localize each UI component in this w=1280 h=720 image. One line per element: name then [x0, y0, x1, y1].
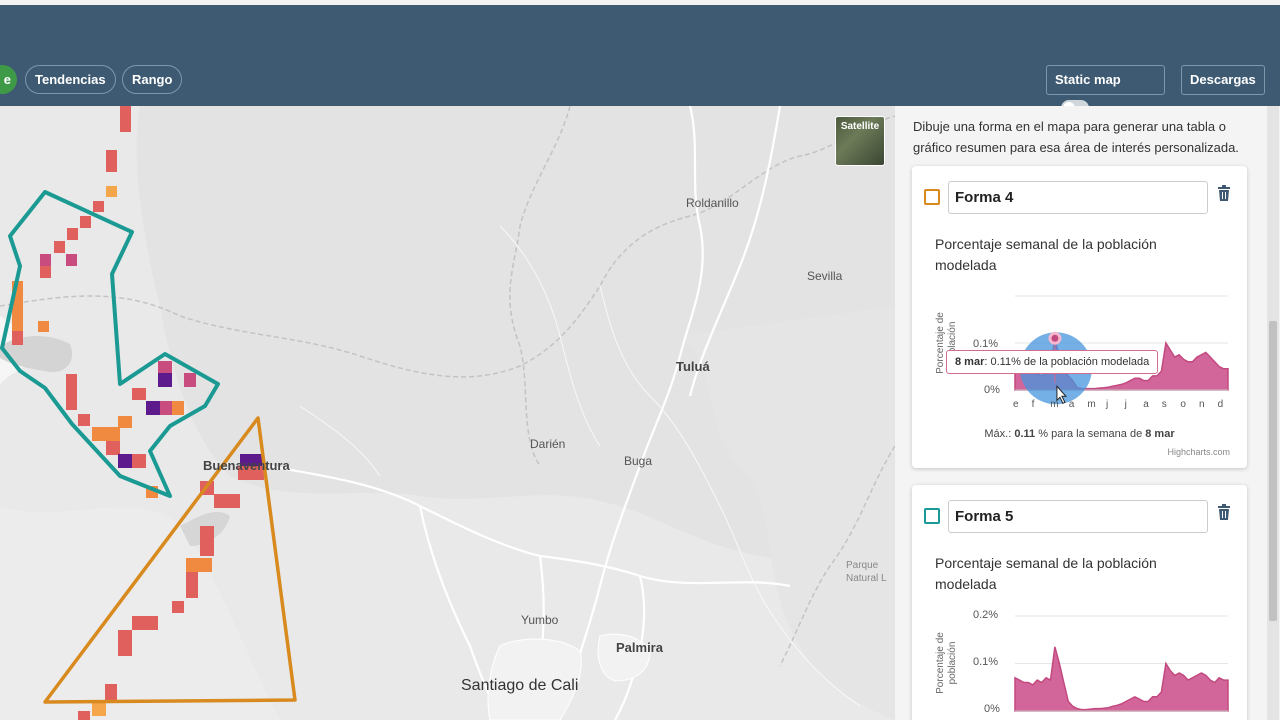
- tab-rango[interactable]: Rango: [122, 65, 183, 94]
- highcharts-credits[interactable]: Highcharts.com: [1167, 447, 1230, 457]
- satellite-layer-button[interactable]: Satellite: [835, 116, 885, 166]
- highlight-point: [1048, 331, 1062, 345]
- place-label: Yumbo: [521, 613, 559, 627]
- map-view[interactable]: Roldanillo Sevilla Tuluá Buenaventura Da…: [0, 106, 895, 720]
- x-tick: f: [1031, 399, 1035, 410]
- max-summary: Máx.: 0.11 % para la semana de 8 mar: [912, 428, 1247, 440]
- x-tick: j: [1124, 399, 1127, 410]
- place-label: Sevilla: [807, 269, 843, 283]
- shape-card-forma-4: Forma 4 Porcentaje semanal de la poblaci…: [912, 166, 1247, 468]
- x-tick: o: [1180, 399, 1186, 410]
- x-tick: d: [1217, 399, 1224, 410]
- place-label: Buga: [624, 454, 653, 468]
- x-tick: s: [1161, 399, 1167, 410]
- tooltip-text: : 0.11% de la población modelada: [984, 356, 1150, 368]
- place-label: Roldanillo: [686, 196, 739, 210]
- x-tick: a: [1068, 399, 1075, 410]
- place-label: Buenaventura: [203, 458, 290, 473]
- max-value: 0.11: [1014, 428, 1036, 440]
- x-tick: m: [1087, 399, 1096, 410]
- panel-intro-text: Dibuje una forma en el mapa para generar…: [913, 119, 1239, 155]
- tooltip-date: 8 mar: [955, 356, 985, 368]
- static-map-toggle-button[interactable]: Static map: [1046, 65, 1165, 116]
- area-series: [1014, 646, 1229, 712]
- place-label: Santiago de Cali: [461, 677, 579, 694]
- max-middle: % para la semana de: [1038, 428, 1143, 440]
- chart-forma-5[interactable]: [912, 485, 1247, 720]
- chart-tooltip: 8 mar: 0.11% de la población modelada: [946, 350, 1159, 374]
- max-prefix: Máx.:: [984, 428, 1012, 440]
- panel-scrollbar[interactable]: [1267, 106, 1279, 720]
- place-label: Tuluá: [676, 359, 710, 374]
- shape-card-forma-5: Forma 5 Porcentaje semanal de la poblaci…: [912, 485, 1247, 720]
- downloads-button[interactable]: Descargas: [1181, 65, 1265, 95]
- static-map-label: Static map: [1055, 72, 1121, 87]
- x-tick: j: [1106, 399, 1109, 410]
- place-label: Parque Natural L: [846, 560, 887, 584]
- x-tick: n: [1199, 399, 1205, 410]
- x-tick: a: [1143, 399, 1149, 410]
- max-week: 8 mar: [1145, 428, 1175, 440]
- tab-active-partial[interactable]: e: [0, 65, 17, 94]
- app-header: e Tendencias Rango Static map Descargas: [0, 5, 1280, 116]
- place-label: Palmira: [616, 640, 663, 655]
- tab-tendencias[interactable]: Tendencias: [25, 65, 116, 94]
- map-canvas: [0, 106, 895, 720]
- x-tick: e: [1013, 399, 1019, 410]
- place-label: Darién: [530, 437, 566, 451]
- scrollbar-thumb[interactable]: [1269, 321, 1277, 621]
- side-panel: Dibuje una forma en el mapa para generar…: [895, 106, 1280, 720]
- x-tick: m: [1050, 399, 1059, 410]
- chart-forma-4[interactable]: [912, 166, 1247, 468]
